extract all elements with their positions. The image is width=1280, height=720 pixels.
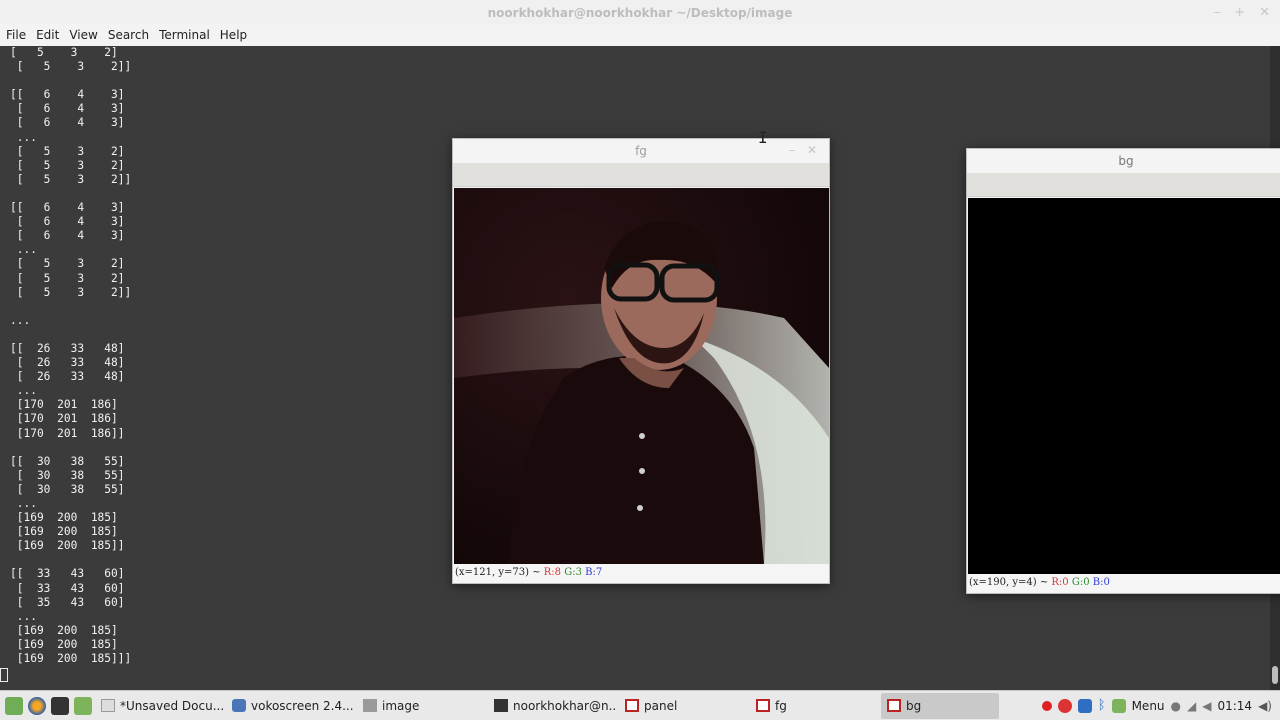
window-icon — [887, 699, 901, 712]
bg-status-b: B:0 — [1092, 577, 1110, 588]
window-icon — [625, 699, 639, 712]
terminal-menubar: File Edit View Search Terminal Help — [0, 24, 1280, 46]
bg-status-r: R:0 — [1051, 577, 1069, 588]
menu-view[interactable]: View — [69, 28, 97, 42]
bg-status-coords: (x=190, y=4) ~ — [969, 577, 1049, 588]
files-launcher-icon[interactable] — [74, 696, 92, 715]
vokoscreen-icon — [232, 699, 246, 712]
terminal-title: noorkhokhar@noorkhokhar ~/Desktop/image — [487, 6, 793, 20]
menu-edit[interactable]: Edit — [36, 28, 59, 42]
task-vokoscreen[interactable]: vokoscreen 2.4.... — [226, 693, 354, 719]
show-desktop-icon[interactable] — [5, 696, 23, 715]
task-bg[interactable]: bg — [881, 692, 999, 719]
task-fg[interactable]: fg — [750, 693, 878, 719]
terminal-cursor — [0, 668, 8, 682]
mint-menu-icon[interactable] — [1111, 698, 1126, 713]
terminal-icon — [494, 699, 508, 712]
fg-status-g: G:3 — [564, 567, 582, 578]
folder-icon — [363, 699, 377, 712]
terminal-titlebar[interactable]: noorkhokhar@noorkhokhar ~/Desktop/image … — [0, 0, 1280, 26]
menu-label[interactable]: Menu — [1132, 699, 1165, 713]
menu-terminal[interactable]: Terminal — [159, 28, 210, 42]
menu-file[interactable]: File — [6, 28, 26, 42]
bg-status-g: G:0 — [1071, 577, 1090, 588]
minimize-icon[interactable]: – — [789, 143, 795, 157]
task-label: bg — [906, 698, 922, 713]
bg-status-bar: (x=190, y=4) ~ R:0 G:0 B:0 — [969, 573, 1110, 593]
fg-window-toolbar — [453, 163, 829, 187]
task-label: panel — [644, 698, 678, 713]
clock: 01:14 — [1217, 698, 1253, 713]
window-controls: – + ✕ — [1214, 5, 1270, 20]
task-image-folder[interactable]: image — [357, 693, 485, 719]
fg-status-b: B:7 — [585, 567, 603, 578]
volume-icon[interactable]: ◀ — [1202, 699, 1211, 713]
fg-status-coords: (x=121, y=73) ~ — [455, 567, 541, 578]
close-icon[interactable]: ✕ — [807, 143, 817, 157]
shield-icon[interactable] — [1077, 698, 1092, 713]
bluetooth-icon[interactable]: ᛒ — [1098, 698, 1106, 713]
firefox-icon[interactable] — [28, 696, 46, 715]
task-label: fg — [775, 698, 787, 713]
close-icon[interactable]: ✕ — [1259, 5, 1270, 20]
task-label: vokoscreen 2.4.... — [251, 698, 354, 713]
maximize-icon[interactable]: + — [1234, 5, 1245, 20]
person-photo — [454, 188, 829, 564]
window-icon — [756, 699, 770, 712]
terminal-launcher-icon[interactable] — [51, 696, 69, 715]
menu-help[interactable]: Help — [220, 28, 247, 42]
record-icon[interactable] — [1041, 700, 1052, 711]
vokoscreen-tray-icon[interactable] — [1057, 698, 1072, 713]
fg-window-title: fg — [453, 139, 829, 163]
desktop: noorkhokhar@noorkhokhar ~/Desktop/image … — [0, 0, 1280, 720]
taskbar: *Unsaved Docu... vokoscreen 2.4.... imag… — [0, 690, 1280, 720]
fg-image[interactable] — [454, 188, 829, 564]
text-editor-icon — [101, 699, 115, 712]
speaker-icon[interactable]: ◀) — [1258, 699, 1272, 713]
task-label: *Unsaved Docu... — [120, 698, 223, 713]
user-icon[interactable]: ● — [1171, 699, 1181, 713]
fg-status-bar: (x=121, y=73) ~ R:8 G:3 B:7 — [455, 563, 602, 583]
task-label: noorkhokhar@n... — [513, 698, 616, 713]
bg-window-toolbar — [967, 173, 1280, 197]
bg-image[interactable] — [968, 198, 1280, 574]
task-text-editor[interactable]: *Unsaved Docu... — [95, 693, 223, 719]
network-icon[interactable]: ◢ — [1187, 699, 1196, 713]
bg-window-title: bg — [967, 149, 1280, 173]
text-cursor-icon: I — [758, 128, 768, 147]
menu-search[interactable]: Search — [108, 28, 149, 42]
task-terminal[interactable]: noorkhokhar@n... — [488, 693, 616, 719]
fg-status-r: R:8 — [543, 567, 562, 578]
system-tray: ᛒ Menu ● ◢ ◀ 01:14 ◀) — [1041, 698, 1280, 713]
minimize-icon[interactable]: – — [1214, 5, 1221, 20]
scrollbar-thumb[interactable] — [1272, 666, 1278, 684]
fg-window[interactable]: fg – ✕ (x=121, y=73) ~ R:8 G:3 B:7 — [452, 138, 830, 584]
task-label: image — [382, 698, 420, 713]
terminal-output: [ 5 3 2] [ 5 3 2]] [[ 6 4 3] [ 6 4 3] [ … — [10, 46, 132, 666]
bg-window[interactable]: bg (x=190, y=4) ~ R:0 G:0 B:0 — [966, 148, 1280, 594]
task-panel[interactable]: panel — [619, 693, 747, 719]
